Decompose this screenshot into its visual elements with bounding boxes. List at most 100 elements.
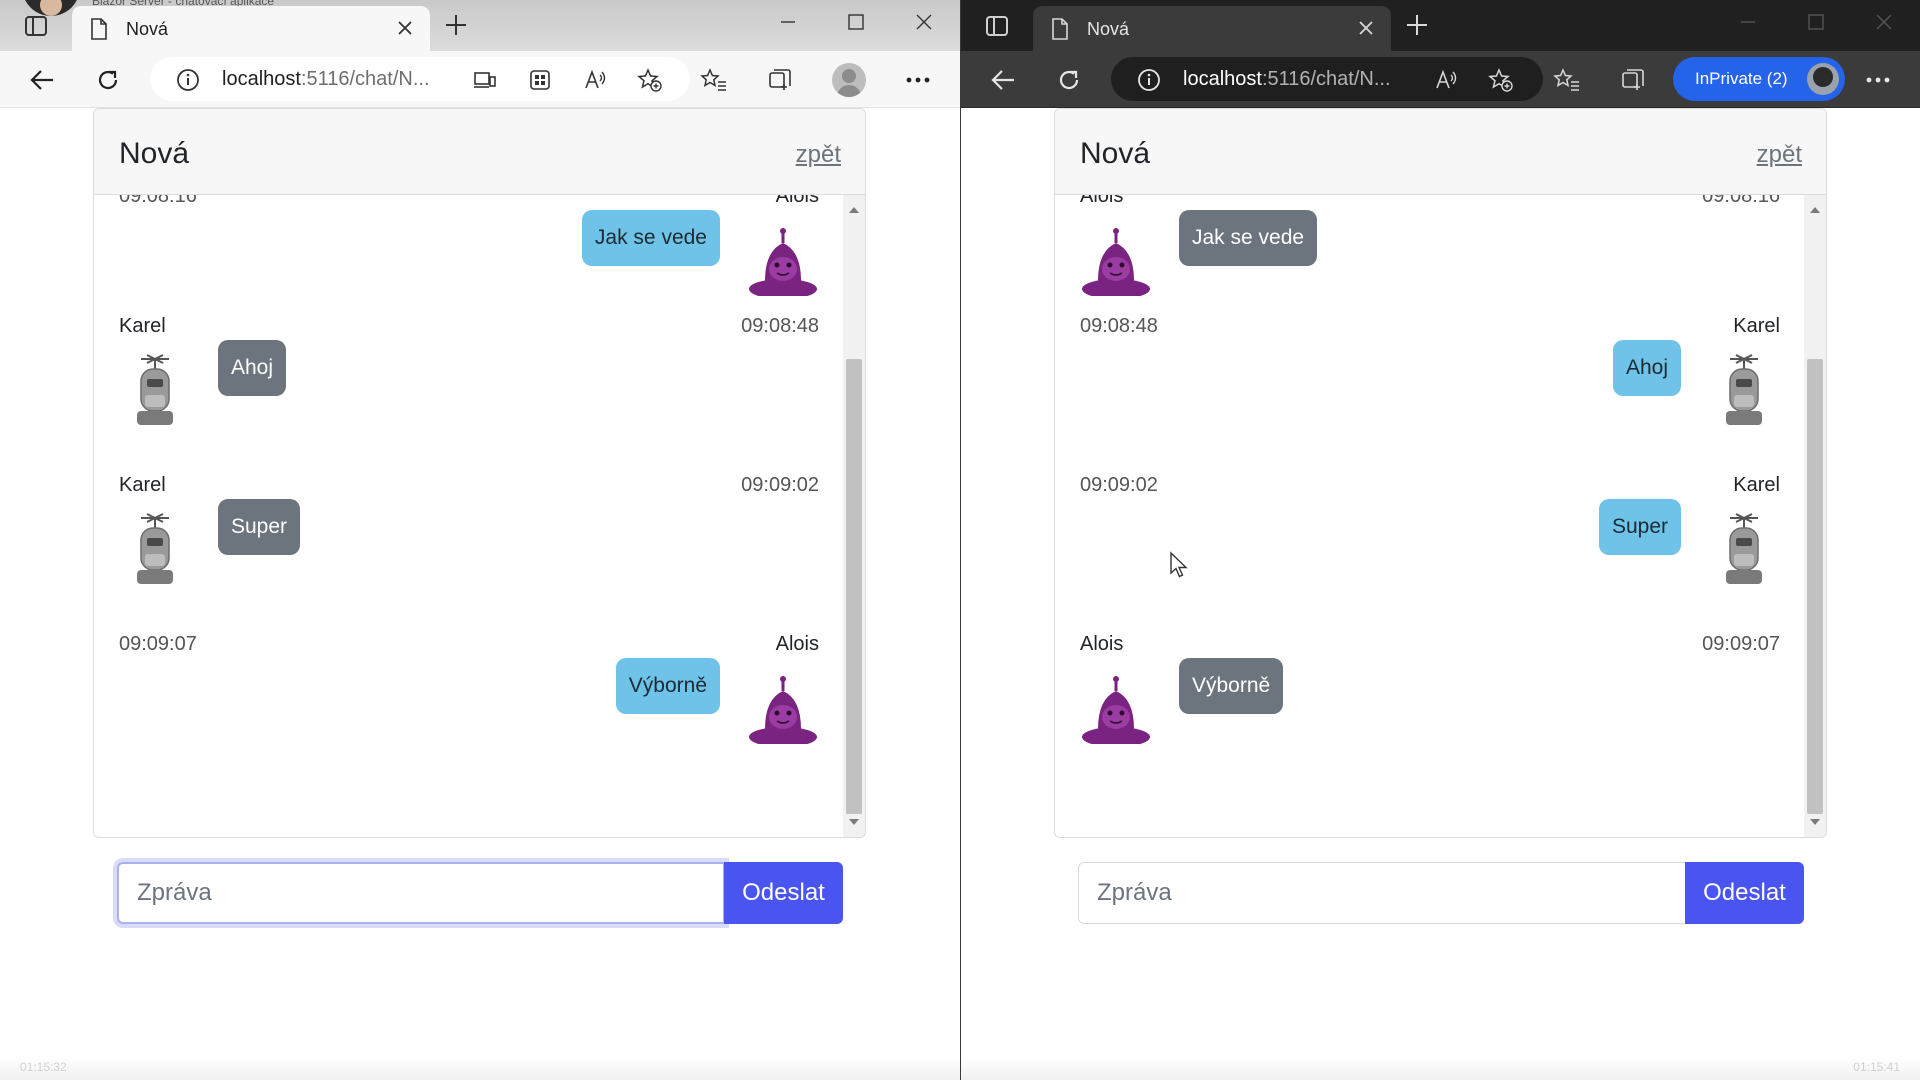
message-meta-left: Alois [1080, 633, 1124, 655]
message-meta-left: 09:08:16 [119, 195, 197, 207]
message-meta-right: 09:08:48 [741, 315, 819, 337]
scroll-down-arrow-icon[interactable] [1810, 819, 1820, 825]
browser-toolbar: localhost:5116/chat/N... InPrivate (2) [961, 51, 1920, 108]
close-window-icon[interactable] [1866, 8, 1902, 36]
more-icon[interactable] [903, 65, 933, 95]
scrollbar[interactable] [1804, 195, 1826, 837]
bottom-shadow [961, 1058, 1920, 1080]
tab-title: Nová [1087, 19, 1130, 39]
info-icon[interactable] [1137, 68, 1161, 92]
send-button[interactable]: Odeslat [1685, 862, 1804, 924]
scroll-up-arrow-icon[interactable] [849, 207, 859, 213]
url-text[interactable]: localhost:5116/chat/N... [1183, 68, 1391, 91]
more-icon[interactable] [1863, 65, 1893, 95]
close-window-icon[interactable] [906, 8, 942, 36]
karel-avatar [119, 510, 191, 585]
address-bar[interactable]: localhost:5116/chat/N... [150, 57, 690, 101]
minimize-icon[interactable] [1730, 8, 1766, 36]
message-list: Alois 09:08:16 Jak se vede 09:08:48 Kare… [1055, 195, 1805, 837]
url-text[interactable]: localhost:5116/chat/N... [222, 68, 430, 91]
read-aloud-icon[interactable] [582, 67, 608, 93]
close-icon[interactable] [396, 19, 414, 37]
send-button[interactable]: Odeslat [724, 862, 843, 924]
scrollbar[interactable] [843, 195, 865, 837]
back-link[interactable]: zpět [1757, 141, 1802, 169]
sidebar-icon[interactable] [983, 14, 1011, 38]
scrollbar-thumb[interactable] [1807, 359, 1823, 814]
plus-icon[interactable] [443, 12, 469, 38]
collections-icon[interactable] [1618, 65, 1648, 95]
scroll-up-arrow-icon[interactable] [1810, 207, 1820, 213]
chat-header: Nová zpět [94, 109, 865, 195]
message-bubble: Super [1598, 499, 1681, 555]
message-list: 09:08:16 Alois Jak se vede Karel 09:08:4… [94, 195, 844, 837]
tab-strip: Blazor Server - chatovací aplikace Nová [0, 0, 960, 51]
message-input[interactable] [1078, 862, 1686, 924]
message-meta-left: Karel [119, 474, 166, 496]
browser-window-right: Nová localhost:5116/chat/N... InPrivate … [961, 0, 1920, 1080]
message-meta-left: 09:09:07 [119, 633, 197, 655]
tab-strip: Nová [961, 0, 1920, 51]
message-row: 09:09:07 Alois Výborně [119, 633, 819, 793]
minimize-icon[interactable] [770, 8, 806, 36]
device-icon[interactable] [472, 67, 498, 93]
scroll-down-arrow-icon[interactable] [849, 819, 859, 825]
browser-toolbar: localhost:5116/chat/N... [0, 51, 960, 108]
message-meta-right: 09:08:16 [1702, 195, 1780, 207]
message-composer: Odeslat [117, 862, 843, 924]
refresh-icon[interactable] [1054, 65, 1084, 95]
inprivate-badge[interactable]: InPrivate (2) [1673, 57, 1845, 101]
alois-avatar [1080, 221, 1152, 299]
message-input[interactable] [117, 862, 725, 924]
scrollbar-thumb[interactable] [846, 359, 862, 814]
plus-icon[interactable] [1404, 12, 1430, 38]
message-bubble: Jak se vede [1179, 210, 1318, 266]
collections-icon[interactable] [765, 65, 795, 95]
apps-icon[interactable] [527, 67, 553, 93]
url-host: localhost [1183, 68, 1262, 90]
karel-avatar [1708, 351, 1780, 426]
message-row: Karel 09:08:48 Ahoj [119, 315, 819, 475]
favorites-icon[interactable] [699, 65, 729, 95]
message-meta-left: Alois [1080, 195, 1124, 207]
info-icon[interactable] [176, 68, 200, 92]
alois-avatar [1080, 669, 1152, 747]
message-row: Alois 09:09:07 Výborně [1080, 633, 1780, 793]
cursor-icon [1169, 551, 1189, 579]
back-link[interactable]: zpět [796, 141, 841, 169]
video-timecode: 01:15:41 [1853, 1060, 1900, 1074]
chat-header: Nová zpět [1055, 109, 1826, 195]
message-meta-right: Karel [1733, 474, 1780, 496]
close-icon[interactable] [1357, 19, 1375, 37]
message-bubble: Výborně [615, 658, 720, 714]
back-icon[interactable] [988, 65, 1018, 95]
tab-active[interactable]: Nová [72, 6, 430, 51]
message-meta-left: Karel [119, 315, 166, 337]
message-bubble: Ahoj [1612, 340, 1681, 396]
tab-title: Nová [126, 19, 169, 39]
add-favorite-icon[interactable] [1488, 67, 1514, 93]
maximize-icon[interactable] [1798, 8, 1834, 36]
address-bar[interactable]: localhost:5116/chat/N... [1111, 57, 1543, 101]
karel-avatar [119, 351, 191, 426]
message-meta-left: 09:08:48 [1080, 315, 1158, 337]
tab-active[interactable]: Nová [1033, 6, 1391, 51]
message-bubble: Ahoj [218, 340, 287, 396]
chat-card: Nová zpět Alois 09:08:16 Jak se vede 09:… [1054, 108, 1827, 838]
back-icon[interactable] [27, 65, 57, 95]
add-favorite-icon[interactable] [637, 67, 663, 93]
video-timecode: 01:15:32 [20, 1060, 67, 1074]
profile-avatar[interactable] [832, 63, 866, 97]
favorites-icon[interactable] [1552, 65, 1582, 95]
maximize-icon[interactable] [838, 8, 874, 36]
message-meta-right: 09:09:07 [1702, 633, 1780, 655]
url-host: localhost [222, 68, 301, 90]
sidebar-icon[interactable] [22, 14, 50, 38]
message-row: Karel 09:09:02 Super [119, 474, 819, 634]
chat-title: Nová [1080, 137, 1151, 170]
refresh-icon[interactable] [93, 65, 123, 95]
read-aloud-icon[interactable] [1433, 67, 1459, 93]
message-meta-right: Alois [775, 195, 819, 207]
chat-card: Nová zpět 09:08:16 Alois Jak se vede Kar… [93, 108, 866, 838]
bottom-shadow [0, 1058, 960, 1080]
